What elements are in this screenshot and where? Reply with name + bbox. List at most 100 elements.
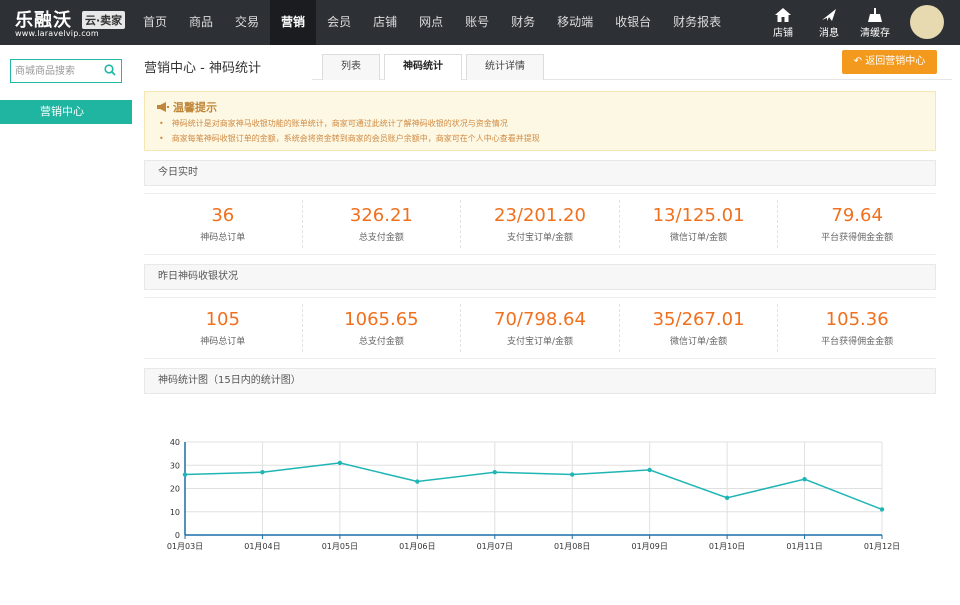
message-icon [822,9,836,21]
stat-label: 平台获得佣金金额 [821,233,894,243]
stat-value: 326.21 [349,205,413,226]
series-line [184,462,883,511]
search-icon[interactable] [104,64,116,76]
page-title: 营销中心 - 神码统计 [144,61,261,76]
y-tick-label: 10 [170,508,180,517]
stat-cell: 105.36 平台获得佣金金额 [778,304,936,352]
message-button[interactable]: 消息 [806,0,852,45]
stat-value: 1065.65 [344,309,419,330]
data-point [337,460,343,466]
nav-item[interactable]: 财务 [500,0,546,45]
x-tick-label: 01月09日 [631,542,667,551]
notice-line: 神码统计是对商家神马收银功能的账单统计，商家可通过此统计了解神码收银的状况与资金… [159,118,508,129]
back-arrow-icon: ↶ [853,56,866,67]
data-point [647,467,652,473]
chart-section-heading: 神码统计图（15日内的统计图） [144,368,936,394]
nav-item[interactable]: 交易 [224,0,270,45]
x-tick-label: 01月07日 [477,542,513,551]
yesterday-stats: 105 神码总订单 1065.65 总支付金额 70/798.64 支付宝订单/金额 35/… [144,297,936,359]
tab-item[interactable]: 统计详情 [466,54,544,80]
tab-item[interactable]: 列表 [322,54,380,80]
top-navbar: 乐融沃 云·卖家 www.laravelvip.com 首页 商品 交易 营销 会员 店铺… [0,0,960,45]
data-point [802,477,807,482]
today-stats: 36 神码总订单 326.21 总支付金额 23/201.20 支付宝订单/金额 13/12… [144,193,936,255]
avatar[interactable] [910,5,944,39]
stat-label: 总支付金额 [358,337,404,347]
data-point [415,479,420,484]
stat-value: 70/798.64 [494,309,586,330]
stat-cell: 326.21 总支付金额 [303,200,462,248]
notice-title: 温馨提示 [157,99,217,115]
notice-box: 温馨提示 神码统计是对商家神马收银功能的账单统计，商家可通过此统计了解神码收银的… [144,91,936,151]
stat-value: 105 [205,309,240,330]
sidebar-search [10,59,122,83]
top-actions: 店铺 消息 清缓存 [760,0,960,45]
stat-value: 13/125.01 [652,205,745,226]
back-to-marketing-button[interactable]: ↶ 返回营销中心 [842,50,937,74]
nav-item[interactable]: 收银台 [604,0,662,45]
brand-url: www.laravelvip.com [15,29,99,38]
stat-cell: 13/125.01 微信订单/金额 [620,200,779,248]
nav-item[interactable]: 网点 [408,0,454,45]
search-input[interactable] [11,60,99,82]
sidebar-item-marketing-center[interactable]: 营销中心 [0,100,132,124]
stat-value: 79.64 [831,205,883,226]
nav-item[interactable]: 店铺 [362,0,408,45]
stat-label: 神码总订单 [200,337,246,347]
tab-item[interactable]: 神码统计 [384,54,462,80]
y-tick-label: 20 [170,485,180,494]
stat-value: 35/267.01 [652,309,745,330]
store-icon [775,8,791,22]
stat-label: 总支付金额 [358,233,404,243]
stat-label: 微信订单/金额 [670,233,728,243]
stat-value: 36 [211,205,235,226]
x-tick-label: 01月03日 [167,542,203,551]
x-tick-label: 01月11日 [786,542,822,551]
nav-item[interactable]: 首页 [132,0,178,45]
stat-cell: 1065.65 总支付金额 [303,304,462,352]
x-tick-label: 01月04日 [244,542,280,551]
stat-value: 105.36 [825,309,889,330]
stat-cell: 79.64 平台获得佣金金额 [778,200,936,248]
notice-line: 商家每笔神码收银订单的金额，系统会将资金转到商家的会员账户余额中，商家可在个人中… [159,133,540,144]
nav-item[interactable]: 移动端 [546,0,604,45]
broom-icon [868,8,882,22]
nav-item[interactable]: 财务报表 [662,0,732,45]
x-tick-label: 01月06日 [399,542,435,551]
stat-cell: 105 神码总订单 [144,304,303,352]
main-content: 营销中心 - 神码统计 列表神码统计统计详情 ↶ 返回营销中心 温馨提示 神码统… [132,45,960,605]
main-nav: 首页 商品 交易 营销 会员 店铺 网点 账号 财务 移动端 收银台 财务报表 [132,0,732,45]
notice-title-text: 温馨提示 [173,101,217,114]
x-tick-label: 01月10日 [709,542,745,551]
data-point [879,507,885,512]
clear-cache-label: 清缓存 [860,28,890,39]
x-tick-label: 01月08日 [554,542,590,551]
y-tick-label: 40 [170,438,180,447]
stat-label: 微信订单/金额 [670,337,728,347]
data-point [492,470,497,475]
brand-logo[interactable]: 乐融沃 云·卖家 www.laravelvip.com [0,0,132,45]
nav-item[interactable]: 会员 [316,0,362,45]
stat-cell: 36 神码总订单 [144,200,303,248]
stat-label: 神码总订单 [200,233,246,243]
nav-item[interactable]: 商品 [178,0,224,45]
stat-cell: 70/798.64 支付宝订单/金额 [461,304,620,352]
y-tick-label: 0 [175,531,180,540]
back-button-label: 返回营销中心 [865,56,926,67]
store-button[interactable]: 店铺 [760,0,806,45]
stats-line-chart: 0 10 20 30 40 01月03日 01月04日 01月05日 01月06日 01月07日 0… [167,438,900,551]
x-tick-label: 01月05日 [322,542,358,551]
clear-cache-button[interactable]: 清缓存 [852,0,898,45]
data-point [724,495,730,500]
data-point [570,472,575,477]
stat-cell: 35/267.01 微信订单/金额 [620,304,779,352]
today-section-heading: 今日实时 [144,160,936,186]
y-tick-label: 30 [170,461,180,470]
stat-label: 支付宝订单/金额 [506,337,573,347]
nav-item[interactable]: 账号 [454,0,500,45]
stat-value: 23/201.20 [494,205,586,226]
brand-tag: 云·卖家 [82,11,126,29]
sidebar: 营销中心 [0,45,132,605]
stat-cell: 23/201.20 支付宝订单/金额 [461,200,620,248]
nav-item[interactable]: 营销 [270,0,317,45]
